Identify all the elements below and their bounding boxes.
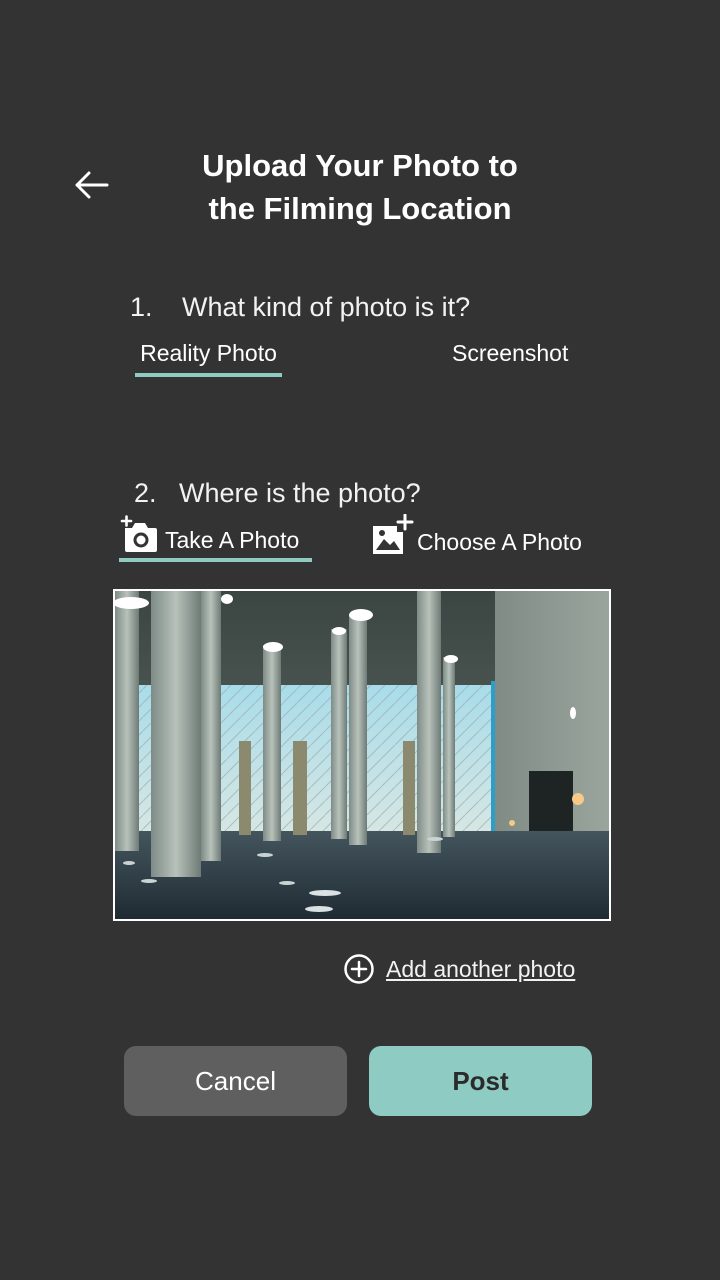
- page-title-line1: Upload Your Photo to: [202, 148, 518, 183]
- cancel-button-label: Cancel: [195, 1065, 276, 1096]
- question-photo-type: 1. What kind of photo is it?: [130, 292, 470, 323]
- choose-photo-label: Choose A Photo: [417, 529, 582, 555]
- add-another-photo-link[interactable]: Add another photo: [343, 953, 575, 985]
- image-add-icon: [373, 514, 414, 554]
- photo-concrete-hall: [115, 591, 609, 919]
- tab-screenshot-label: Screenshot: [452, 340, 569, 366]
- tab-reality-photo-label: Reality Photo: [140, 340, 277, 366]
- question-number: 2.: [134, 478, 157, 508]
- choose-photo-option[interactable]: Choose A Photo: [371, 514, 582, 560]
- post-button[interactable]: Post: [369, 1046, 592, 1116]
- take-photo-option[interactable]: Take A Photo: [119, 514, 312, 562]
- cancel-button[interactable]: Cancel: [124, 1046, 347, 1116]
- page-title-line2: the Filming Location: [208, 191, 512, 226]
- uploaded-photo[interactable]: [113, 589, 611, 921]
- question-text: Where is the photo?: [179, 478, 421, 508]
- post-button-label: Post: [452, 1065, 509, 1096]
- arrow-left-icon: [75, 171, 109, 199]
- tab-reality-photo[interactable]: Reality Photo: [135, 340, 282, 377]
- back-button[interactable]: [70, 166, 112, 204]
- tab-screenshot[interactable]: Screenshot: [452, 340, 568, 373]
- plus-circle-icon: [344, 954, 374, 984]
- question-photo-location: 2. Where is the photo?: [134, 478, 421, 509]
- camera-add-icon: [120, 515, 157, 552]
- page-title: Upload Your Photo to the Filming Locatio…: [160, 144, 560, 230]
- take-photo-label: Take A Photo: [165, 527, 300, 553]
- add-another-photo-label: Add another photo: [386, 955, 576, 982]
- question-number: 1.: [130, 292, 153, 322]
- question-text: What kind of photo is it?: [182, 292, 471, 322]
